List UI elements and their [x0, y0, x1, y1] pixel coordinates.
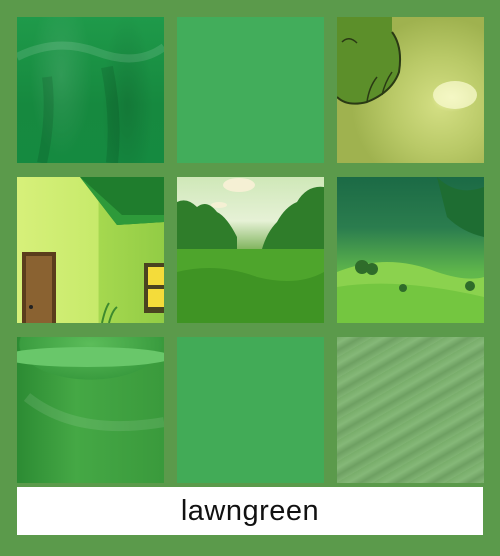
caption-bar: lawngreen	[17, 487, 483, 535]
image-tile-fabric[interactable]	[17, 17, 164, 163]
image-tile-cup[interactable]	[17, 337, 164, 483]
fabric-folds-graphic	[17, 41, 164, 163]
image-tile-swatch-2[interactable]	[177, 337, 324, 483]
image-tile-swatch-1[interactable]	[177, 17, 324, 163]
caption-text: lawngreen	[180, 494, 320, 527]
hills-graphic	[337, 177, 484, 323]
image-tile-house[interactable]	[17, 177, 164, 323]
image-tile-meadow[interactable]	[177, 177, 324, 323]
house-graphic	[22, 177, 164, 323]
image-tile-texture[interactable]	[337, 337, 484, 483]
image-tile-paw[interactable]	[337, 17, 484, 163]
meadow-graphic	[177, 178, 324, 323]
image-tile-hills[interactable]	[337, 177, 484, 323]
paw-graphic	[337, 17, 477, 109]
cup-graphic	[17, 347, 164, 432]
